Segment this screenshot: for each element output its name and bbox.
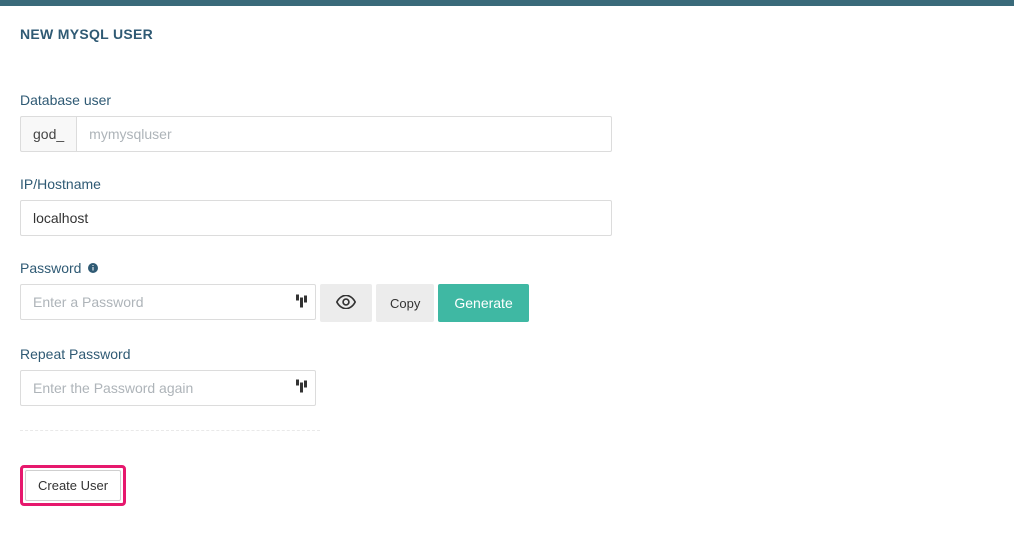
toggle-visibility-button[interactable] [320,284,372,322]
password-row: Copy Generate [20,284,530,322]
password-input-wrap [20,284,316,322]
info-icon[interactable] [87,262,99,274]
generate-button[interactable]: Generate [438,284,528,322]
password-manager-icon[interactable] [296,380,308,397]
password-label-text: Password [20,260,81,276]
ip-hostname-input[interactable] [20,200,612,236]
page-title: NEW MYSQL USER [20,26,994,42]
database-user-input[interactable] [76,116,612,152]
database-user-row: god_ [20,116,612,152]
ip-hostname-row [20,200,612,236]
copy-button[interactable]: Copy [376,284,434,322]
database-user-prefix: god_ [20,116,76,152]
password-label: Password [20,260,994,276]
section-divider [20,430,320,431]
password-manager-icon[interactable] [296,295,308,312]
field-password: Password Copy Generate [20,260,994,322]
eye-icon [336,295,356,312]
database-user-label: Database user [20,92,994,108]
field-database-user: Database user god_ [20,92,994,152]
create-user-button[interactable]: Create User [25,470,121,501]
password-input[interactable] [20,284,316,320]
repeat-password-input[interactable] [20,370,316,406]
page-container: NEW MYSQL USER Database user god_ IP/Hos… [0,6,1014,546]
field-repeat-password: Repeat Password [20,346,994,406]
repeat-password-label: Repeat Password [20,346,994,362]
repeat-password-wrap [20,370,316,406]
ip-hostname-label: IP/Hostname [20,176,994,192]
submit-highlight: Create User [20,465,126,506]
field-ip-hostname: IP/Hostname [20,176,994,236]
